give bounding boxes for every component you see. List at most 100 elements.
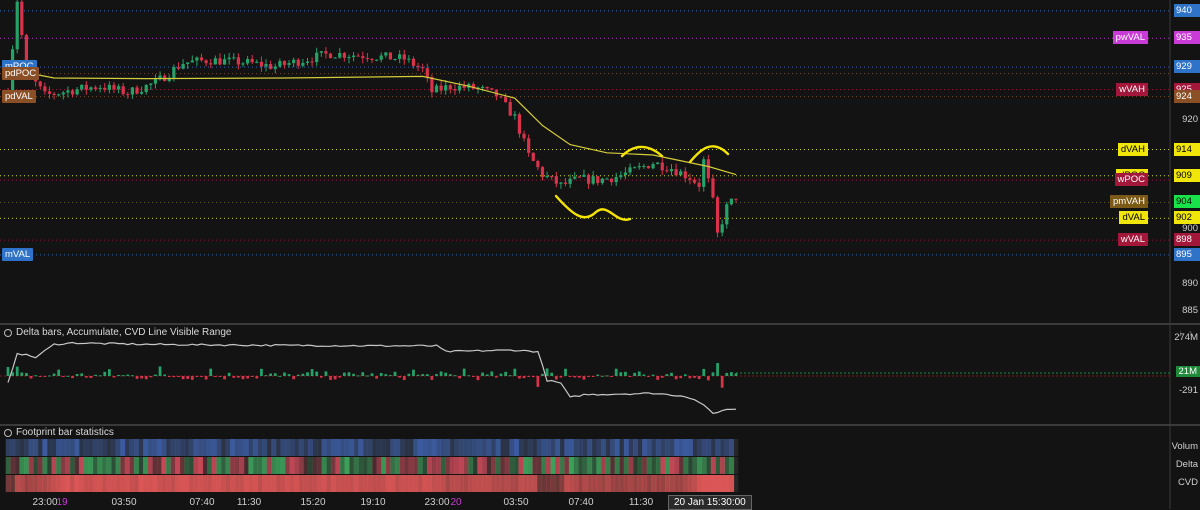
candle-body xyxy=(121,86,125,95)
delta-bar xyxy=(490,371,494,376)
delta-bar xyxy=(107,369,111,376)
delta-bar xyxy=(439,371,443,376)
delta-bar xyxy=(688,376,692,379)
price-tick-label: 920 xyxy=(1182,114,1198,126)
candle-body xyxy=(642,166,646,168)
candle-body xyxy=(559,182,563,184)
delta-bar xyxy=(163,374,167,376)
delta-bar xyxy=(628,376,632,377)
price-tag-904: 904 xyxy=(1174,195,1200,209)
delta-bar xyxy=(384,374,388,376)
gear-icon[interactable] xyxy=(4,428,12,437)
candle-body xyxy=(356,55,360,57)
delta-bar xyxy=(495,376,498,378)
delta-bar xyxy=(679,376,683,379)
gear-icon[interactable] xyxy=(4,328,12,337)
candle-body xyxy=(80,84,84,90)
delta-bar xyxy=(204,376,208,380)
price-chart[interactable]: ↓ ↑ xyxy=(0,0,1200,509)
candle-body xyxy=(301,62,305,66)
candle-body xyxy=(596,176,600,184)
delta-bar xyxy=(541,373,544,376)
delta-bar xyxy=(140,376,143,379)
candle-body xyxy=(98,87,102,89)
candle-body xyxy=(697,182,701,187)
candle-body xyxy=(172,67,176,78)
delta-bar xyxy=(573,376,577,378)
delta-bar xyxy=(190,376,194,380)
delta-bar xyxy=(462,368,466,376)
candle-body xyxy=(375,59,379,61)
delta-bar xyxy=(421,374,425,376)
footprint-panel-title-text: Footprint bar statistics xyxy=(16,427,114,438)
price-tick-label: 885 xyxy=(1182,305,1198,317)
candle-body xyxy=(577,176,581,178)
delta-bar xyxy=(393,371,397,376)
delta-bar xyxy=(619,372,623,376)
delta-bar xyxy=(508,375,512,377)
candle-body xyxy=(287,63,291,65)
candle-body xyxy=(568,178,572,184)
delta-bar xyxy=(310,369,314,376)
level-label-dvah: dVAH xyxy=(1117,142,1148,156)
candle-body xyxy=(190,60,194,63)
delta-bar xyxy=(131,375,134,377)
candle-body xyxy=(227,57,231,60)
candle-body xyxy=(61,92,65,95)
candle-body xyxy=(282,61,287,65)
candle-body xyxy=(453,89,457,91)
delta-panel-title[interactable]: Delta bars, Accumulate, CVD Line Visible… xyxy=(4,327,231,338)
delta-bar xyxy=(356,375,360,377)
delta-bar xyxy=(250,376,254,377)
candle-body xyxy=(550,176,554,178)
candle-body xyxy=(554,176,558,184)
candle-body xyxy=(140,92,144,94)
footprint-panel-title[interactable]: Footprint bar statistics xyxy=(4,427,114,438)
delta-bar xyxy=(702,368,706,376)
delta-bar xyxy=(66,375,70,377)
delta-bar xyxy=(232,376,236,378)
delta-bar xyxy=(324,371,328,376)
footprint-strip-overlay xyxy=(5,457,739,474)
delta-bar xyxy=(172,376,176,378)
delta-bar xyxy=(711,372,715,376)
delta-bar xyxy=(730,372,733,376)
delta-bar xyxy=(706,376,710,381)
candle-body xyxy=(434,85,439,93)
level-label-wvah: wVAH xyxy=(1116,82,1148,96)
delta-bar xyxy=(656,376,660,380)
time-tick-label: 11:30 xyxy=(628,497,654,508)
delta-bar xyxy=(559,376,563,378)
level-label-pmvah: pmVAH xyxy=(1109,195,1148,209)
delta-bar xyxy=(333,376,337,380)
candle-body xyxy=(573,176,577,179)
level-label-wval: wVAL xyxy=(1117,233,1148,247)
delta-bar xyxy=(527,376,531,377)
delta-bar xyxy=(402,376,406,381)
delta-bar xyxy=(94,374,97,376)
candle-body xyxy=(259,61,264,67)
candle-body xyxy=(107,84,111,90)
candle-body xyxy=(656,162,660,165)
candle-body xyxy=(273,66,277,69)
candle-body xyxy=(563,182,568,184)
candle-body xyxy=(517,114,522,134)
cvd-line xyxy=(7,341,737,414)
delta-bar xyxy=(237,376,240,378)
candle-body xyxy=(545,176,549,178)
delta-bar xyxy=(177,376,180,377)
delta-bar xyxy=(48,375,51,377)
delta-bar xyxy=(223,376,226,380)
time-tick-label: 03:50 xyxy=(111,497,137,508)
delta-bar xyxy=(504,371,507,376)
footprint-strip-overlay xyxy=(5,439,739,456)
delta-bar xyxy=(167,376,171,377)
candle-body xyxy=(614,177,618,183)
delta-bar xyxy=(260,368,263,376)
cursor-date-label: 20 Jan 15:30:00 xyxy=(668,495,752,510)
candle-body xyxy=(485,87,489,89)
candle-body xyxy=(407,58,411,60)
delta-bar xyxy=(338,376,342,378)
price-tag-935: 935 xyxy=(1174,31,1200,45)
delta-bar xyxy=(444,372,448,376)
